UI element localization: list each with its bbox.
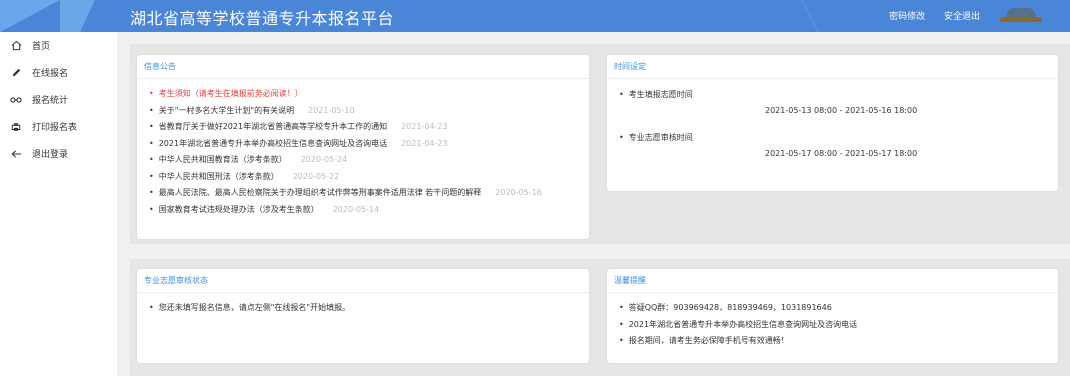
notice-date: 2021-04-23: [401, 122, 448, 131]
printer-icon: [9, 120, 23, 134]
sidebar-item-home[interactable]: 首页: [0, 32, 117, 59]
bottom-panel-area: 专业志愿审核状态 您还未填写报名信息，请点左侧"在线报名"开始填报。 温馨提醒 …: [130, 259, 1070, 376]
notice-text: 省教育厅关于做好2021年湖北省普通高等学校专升本工作的通知: [158, 122, 388, 131]
glasses-icon: [9, 93, 23, 107]
sidebar-item-label: 首页: [32, 42, 51, 52]
notice-date: 2021-04-23: [401, 138, 448, 148]
review-status-message: 您还未填写报名信息，请点左侧"在线报名"开始填报。: [149, 300, 589, 317]
tip-item: 答疑QQ群：903969428，818939469，1031891646: [619, 300, 1058, 317]
header-decoration: [790, 0, 830, 32]
fill-period-label: 考生填报志愿时间: [619, 89, 1058, 100]
top-panel-area: 信息公告 考生须知（请考生在填报前务必阅读！） 关于"一村多名大学生计划"的有关…: [130, 44, 1070, 244]
tip-item: 报名期间，请考生务必保障手机号有效通畅！: [619, 333, 1058, 350]
arrow-left-icon: [9, 147, 23, 161]
panel-title: 时间设定: [607, 55, 1058, 79]
notice-item[interactable]: 省教育厅关于做好2021年湖北省普通高等学校专升本工作的通知 2021-04-23: [149, 119, 589, 136]
notice-text: 国家教育考试违规处理办法（涉及考生条款）: [158, 204, 319, 214]
schedule-panel: 时间设定 考生填报志愿时间 2021-05-13 08:00 - 2021-05…: [607, 55, 1058, 191]
tips-panel: 温馨提醒 答疑QQ群：903969428，818939469，103189164…: [607, 269, 1058, 363]
notice-item[interactable]: 关于"一村多名大学生计划"的有关说明 2021-05-10: [149, 103, 589, 120]
notice-text: 关于"一村多名大学生计划"的有关说明: [158, 105, 295, 115]
notice-text: 2021年湖北省普通专升本举办高校招生信息查询网址及咨询电话: [158, 138, 388, 148]
sidebar-item-print-form[interactable]: 打印报名表: [0, 113, 117, 140]
home-icon: [9, 39, 23, 53]
notice-text: 中华人民共和国刑法（涉考条款）: [158, 171, 279, 181]
notice-date: 2020-05-24: [300, 155, 348, 164]
app-title: 湖北省高等学校普通专升本报名平台: [130, 9, 395, 28]
sidebar-item-label: 报名统计: [32, 96, 69, 106]
review-status-panel: 专业志愿审核状态 您还未填写报名信息，请点左侧"在线报名"开始填报。: [137, 269, 589, 363]
change-password-link[interactable]: 密码修改: [889, 12, 925, 22]
notice-date: 2020-05-16: [495, 188, 542, 197]
sidebar-item-statistics[interactable]: 报名统计: [0, 86, 117, 113]
sidebar-item-label: 在线报名: [32, 69, 69, 79]
cap-brim: [1000, 17, 1042, 22]
review-period-value: 2021-05-17 08:00 - 2021-05-17 18:00: [765, 149, 918, 158]
notice-text: 最高人民法院、最高人民检察院关于办理组织考试作弊等刑事案件适用法律 若干问题的解…: [158, 188, 482, 197]
pencil-icon: [9, 66, 23, 80]
header-links: 密码修改 安全退出: [873, 9, 980, 22]
panel-title: 信息公告: [137, 55, 589, 79]
review-period-label: 专业志愿审核时间: [619, 132, 1058, 143]
notice-text: 中华人民共和国教育法（涉考条款）: [158, 155, 287, 164]
panel-title: 专业志愿审核状态: [137, 269, 589, 293]
notice-date: 2021-05-10: [308, 105, 355, 115]
header-decoration: [0, 0, 60, 32]
fill-period-value: 2021-05-13 08:00 - 2021-05-16 18:00: [765, 106, 918, 115]
notice-item[interactable]: 考生须知（请考生在填报前务必阅读！）: [149, 86, 589, 103]
notice-item[interactable]: 中华人民共和国刑法（涉考条款） 2020-05-22: [149, 169, 589, 186]
header-decoration: [60, 0, 115, 32]
notice-date: 2020-05-22: [292, 171, 340, 181]
notice-list: 考生须知（请考生在填报前务必阅读！） 关于"一村多名大学生计划"的有关说明 202…: [137, 79, 589, 218]
notice-item[interactable]: 中华人民共和国教育法（涉考条款） 2020-05-24: [149, 152, 589, 169]
sidebar-item-online-registration[interactable]: 在线报名: [0, 59, 117, 86]
notice-text: 考生须知（请考生在填报前务必阅读！）: [158, 89, 303, 98]
notice-item[interactable]: 最高人民法院、最高人民检察院关于办理组织考试作弊等刑事案件适用法律 若干问题的解…: [149, 185, 589, 202]
panel-title: 温馨提醒: [607, 269, 1058, 293]
logout-link[interactable]: 安全退出: [944, 12, 980, 22]
top-header: 湖北省高等学校普通专升本报名平台 密码修改 安全退出: [0, 0, 1070, 32]
notice-item[interactable]: 国家教育考试违规处理办法（涉及考生条款） 2020-05-14: [149, 202, 589, 219]
notice-panel: 信息公告 考生须知（请考生在填报前务必阅读！） 关于"一村多名大学生计划"的有关…: [137, 55, 589, 239]
notice-item[interactable]: 2021年湖北省普通专升本举办高校招生信息查询网址及咨询电话 2021-04-23: [149, 136, 589, 153]
sidebar: 首页 在线报名 报名统计 打印报名表 退出登录: [0, 32, 117, 376]
schedule-content: 考生填报志愿时间 2021-05-13 08:00 - 2021-05-16 1…: [607, 79, 1058, 158]
review-status-list: 您还未填写报名信息，请点左侧"在线报名"开始填报。: [137, 293, 589, 317]
sidebar-item-label: 打印报名表: [32, 123, 78, 133]
notice-date: 2020-05-14: [332, 204, 380, 214]
sidebar-item-logout[interactable]: 退出登录: [0, 140, 117, 167]
sidebar-item-label: 退出登录: [32, 150, 69, 160]
tip-item[interactable]: 2021年湖北省普通专升本举办高校招生信息查询网址及咨询电话: [619, 317, 1058, 334]
avatar[interactable]: [1000, 6, 1046, 26]
tips-list: 答疑QQ群：903969428，818939469，1031891646 202…: [607, 293, 1058, 350]
